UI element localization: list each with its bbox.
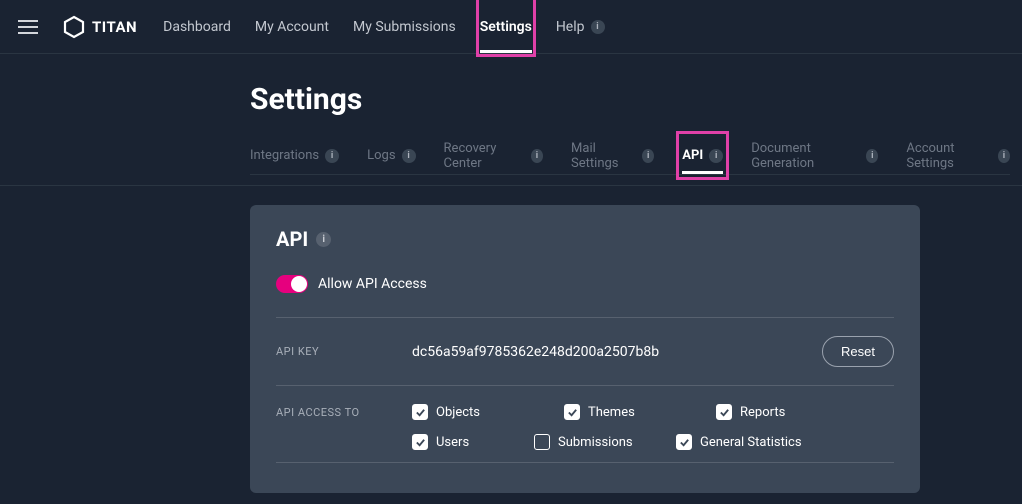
menu-icon[interactable] [18,20,38,34]
access-submissions[interactable]: Submissions [534,434,644,450]
access-objects[interactable]: Objects [412,404,532,420]
info-icon[interactable]: i [316,232,331,247]
access-users[interactable]: Users [412,434,502,450]
logo-icon [62,15,86,39]
info-icon: i [402,149,416,163]
checkbox-label: General Statistics [700,435,802,450]
checkbox-icon [412,434,428,450]
tab-label: Document Generation [751,141,860,171]
checkbox-label: Objects [436,405,480,420]
tab-account-settings[interactable]: Account Settings i [906,137,1010,174]
logo-text: TITAN [92,18,137,36]
info-icon: i [709,149,723,163]
api-key-label: API KEY [276,345,396,358]
tab-label: Mail Settings [571,141,636,171]
nav-label: Help [556,19,585,35]
tab-integrations[interactable]: Integrations i [250,137,339,174]
nav-label: Settings [480,19,532,35]
access-reports[interactable]: Reports [716,404,836,420]
checkbox-icon [676,434,692,450]
tab-label: Logs [367,148,395,163]
tab-document-generation[interactable]: Document Generation i [751,137,878,174]
divider [0,185,1022,186]
tab-api[interactable]: API i [682,137,723,174]
access-checkboxes: Objects Themes Reports [412,404,894,450]
checkbox-icon [412,404,428,420]
access-themes[interactable]: Themes [564,404,684,420]
tab-logs[interactable]: Logs i [367,137,415,174]
info-icon: i [866,149,878,163]
tab-recovery-center[interactable]: Recovery Center i [444,137,544,174]
info-icon: i [998,149,1010,163]
checkbox-icon [564,404,580,420]
card-title: API [276,227,308,251]
main-nav: Dashboard My Account My Submissions Sett… [163,0,604,53]
checkbox-label: Users [436,435,469,450]
checkbox-icon [716,404,732,420]
checkbox-label: Submissions [558,435,633,450]
divider [276,317,894,318]
divider [276,385,894,386]
topbar: TITAN Dashboard My Account My Submission… [0,0,1022,54]
nav-label: Dashboard [163,19,231,35]
nav-my-account[interactable]: My Account [255,0,329,53]
page-title: Settings [250,82,1010,117]
checkbox-label: Reports [740,405,785,420]
checkbox-icon [534,434,550,450]
divider [276,462,894,463]
tab-mail-settings[interactable]: Mail Settings i [571,137,654,174]
nav-help[interactable]: Help i [556,0,605,53]
page: Settings Integrations i Logs i Recovery … [0,54,1022,493]
nav-settings[interactable]: Settings [480,0,532,53]
tab-label: Recovery Center [444,141,525,171]
logo[interactable]: TITAN [62,15,137,39]
api-card: API i Allow API Access API KEY dc56a59af… [250,205,920,493]
tab-label: Account Settings [906,141,991,171]
checkbox-label: Themes [588,405,635,420]
settings-tabs: Integrations i Logs i Recovery Center i … [250,137,1010,175]
toggle-label: Allow API Access [318,276,427,292]
api-access-label: API ACCESS TO [276,404,396,419]
info-icon: i [642,149,654,163]
info-icon: i [531,149,543,163]
tab-label: Integrations [250,148,319,163]
nav-label: My Submissions [353,19,456,35]
info-icon: i [325,149,339,163]
nav-my-submissions[interactable]: My Submissions [353,0,456,53]
tab-label: API [682,148,703,163]
nav-dashboard[interactable]: Dashboard [163,0,231,53]
nav-label: My Account [255,19,329,35]
api-key-value: dc56a59af9785362e248d200a2507b8b [412,344,806,360]
access-general-statistics[interactable]: General Statistics [676,434,836,450]
allow-api-toggle[interactable] [276,275,308,293]
reset-button[interactable]: Reset [822,336,894,367]
info-icon: i [591,20,605,34]
